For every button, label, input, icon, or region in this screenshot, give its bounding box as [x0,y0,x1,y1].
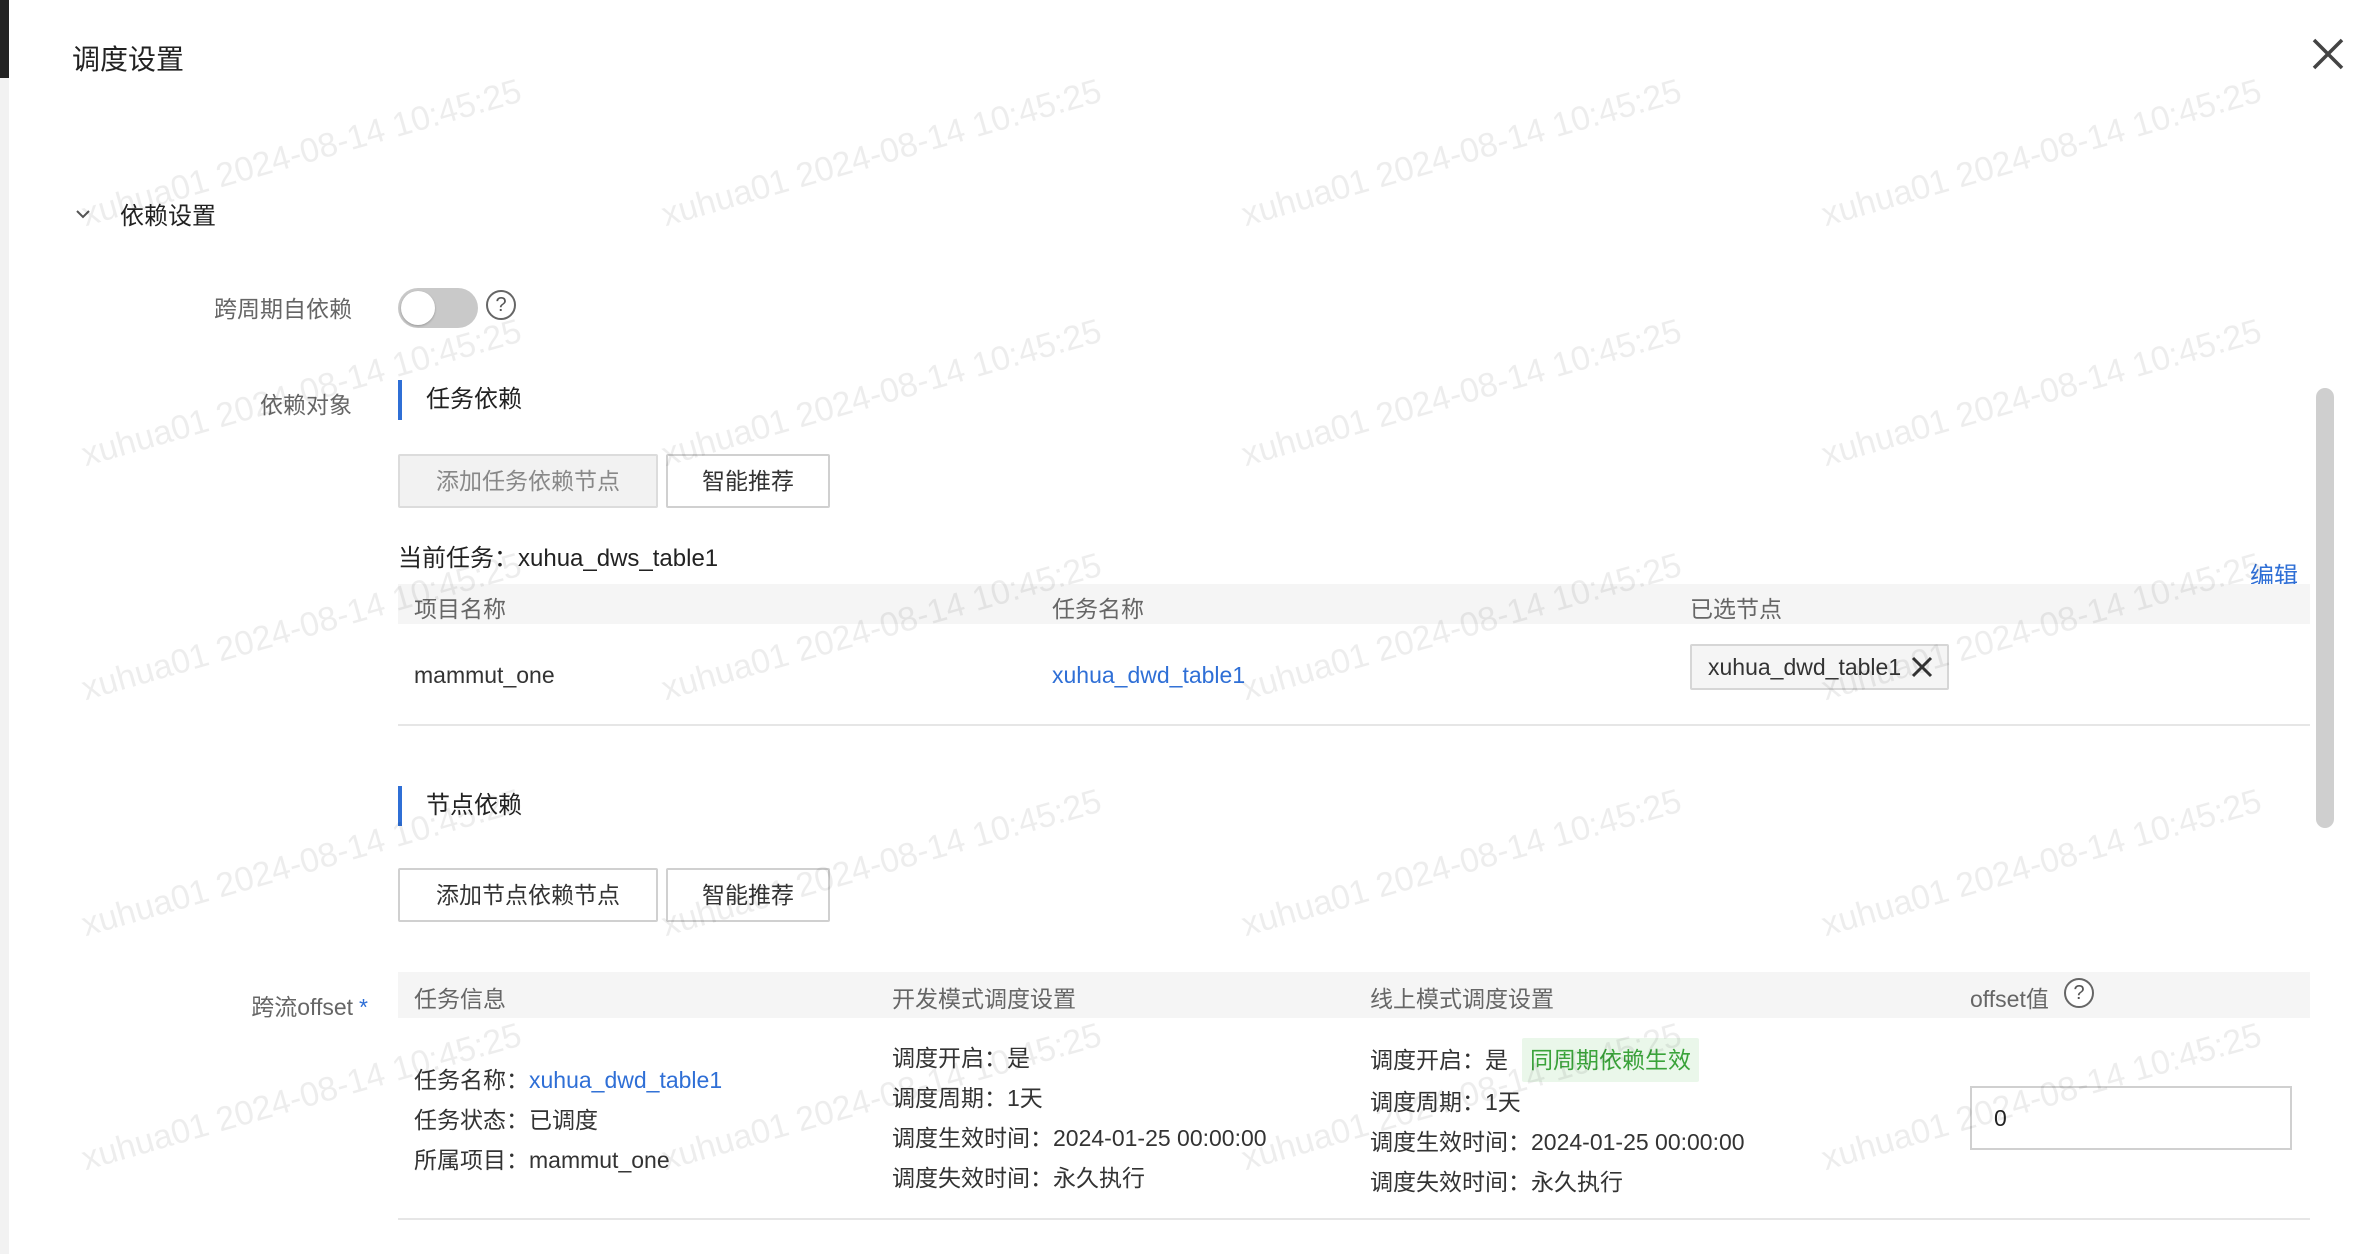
row-project: mammut_one [414,662,555,688]
offset-task-link[interactable]: xuhua_dwd_table1 [529,1067,722,1093]
watermark: xuhua01 2024-08-14 10:45:25 [1237,781,1686,945]
watermark: xuhua01 2024-08-14 10:45:25 [1237,545,1686,709]
watermark: xuhua01 2024-08-14 10:45:25 [657,311,1106,475]
online-start: 调度生效时间：2024-01-25 00:00:00 [1370,1129,1745,1155]
switch-knob [401,291,435,325]
offset-row-divider [398,1218,2310,1220]
watermark: xuhua01 2024-08-14 10:45:25 [1817,71,2266,235]
cross-cycle-help-icon[interactable]: ? [486,290,516,320]
smart-recommend-task-button[interactable]: 智能推荐 [666,454,830,508]
offset-help-icon[interactable]: ? [2064,978,2094,1008]
column-dev-schedule: 开发模式调度设置 [892,986,1076,1012]
chevron-down-icon [76,209,90,218]
node-dependency-heading: 节点依赖 [398,786,522,826]
watermark: xuhua01 2024-08-14 10:45:25 [657,545,1106,709]
dev-end: 调度失效时间：永久执行 [892,1165,1145,1191]
online-schedule-info: 调度开启：是 同周期依赖生效 调度周期：1天 调度生效时间：2024-01-25 … [1370,1038,1745,1202]
task-name-line: 任务名称：xuhua_dwd_table1 [414,1060,722,1100]
same-cycle-tag: 同周期依赖生效 [1522,1038,1699,1082]
task-name-label: 任务名称： [414,1067,529,1093]
watermark: xuhua01 2024-08-14 10:45:25 [1237,311,1686,475]
online-cycle: 调度周期：1天 [1370,1089,1521,1115]
current-task: 当前任务：xuhua_dws_table1 [398,538,718,573]
section-title: 依赖设置 [120,203,216,230]
selected-node-chip: xuhua_dwd_table1 [1690,644,1950,690]
task-dependency-heading: 任务依赖 [398,380,522,420]
offset-value-input[interactable] [1970,1086,2292,1150]
cross-cycle-switch[interactable] [398,288,478,328]
scrollbar[interactable] [2316,388,2334,828]
dev-enabled: 调度开启：是 [892,1045,1030,1071]
online-enabled: 调度开启：是 [1370,1047,1508,1073]
remove-node-icon[interactable] [1909,654,1935,680]
add-task-dependency-button[interactable]: 添加任务依赖节点 [398,454,658,508]
column-selected-node: 已选节点 [1690,596,1782,622]
dialog-title: 调度设置 [72,44,185,75]
online-enabled-line: 调度开启：是 同周期依赖生效 [1370,1038,1745,1082]
offset-task-info: 任务名称：xuhua_dwd_table1 任务状态：已调度 所属项目：mamm… [414,1060,722,1180]
background-app-header [0,0,9,78]
watermark: xuhua01 2024-08-14 10:45:25 [1817,781,2266,945]
dev-cycle: 调度周期：1天 [892,1085,1043,1111]
offset-label-text: 跨流offset [251,994,354,1020]
task-dependency-table-header: 项目名称 任务名称 已选节点 [398,584,2310,624]
offset-table-header: 任务信息 开发模式调度设置 线上模式调度设置 offset值 ? [398,972,2310,1018]
dependency-target-label: 依赖对象 [260,392,352,418]
add-node-dependency-button[interactable]: 添加节点依赖节点 [398,868,658,922]
watermark: xuhua01 2024-08-14 10:45:25 [1237,71,1686,235]
cross-cycle-label: 跨周期自依赖 [214,296,352,322]
schedule-settings-dialog: 调度设置 依赖设置 跨周期自依赖 ? 依赖对象 任务依赖 添加任务依赖节点 智能… [0,0,2370,1254]
column-task-info: 任务信息 [414,986,506,1012]
current-task-value: xuhua_dws_table1 [518,545,719,572]
dev-schedule-info: 调度开启：是 调度周期：1天 调度生效时间：2024-01-25 00:00:0… [892,1038,1267,1198]
dev-start: 调度生效时间：2024-01-25 00:00:00 [892,1125,1267,1151]
offset-label: 跨流offset * [72,988,368,1022]
column-task: 任务名称 [1052,596,1144,622]
watermark: xuhua01 2024-08-14 10:45:25 [657,71,1106,235]
task-status: 任务状态：已调度 [414,1107,598,1133]
online-end: 调度失效时间：永久执行 [1370,1169,1623,1195]
background-app-edge [0,0,9,1254]
close-icon[interactable] [2308,34,2348,74]
column-online-schedule: 线上模式调度设置 [1370,986,1554,1012]
row-task-link[interactable]: xuhua_dwd_table1 [1052,662,1245,689]
task-project: 所属项目：mammut_one [414,1147,670,1173]
required-mark: * [359,994,368,1020]
section-toggle-dependency[interactable]: 依赖设置 [72,196,216,231]
selected-node-label: xuhua_dwd_table1 [1708,653,1902,680]
smart-recommend-node-button[interactable]: 智能推荐 [666,868,830,922]
column-project: 项目名称 [414,596,506,622]
current-task-label: 当前任务： [398,545,518,572]
table-row-divider [398,724,2310,726]
watermark: xuhua01 2024-08-14 10:45:25 [1817,311,2266,475]
column-offset-value: offset值 [1970,986,2049,1012]
